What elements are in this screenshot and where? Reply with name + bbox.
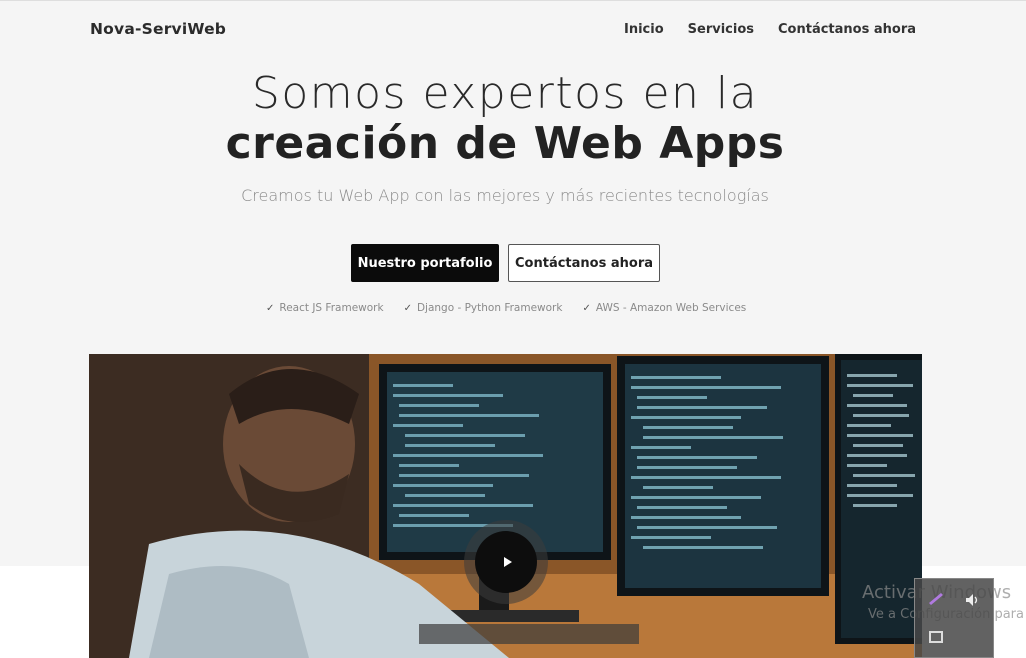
display-icon[interactable]	[929, 631, 943, 643]
portfolio-button[interactable]: Nuestro portafolio	[351, 244, 499, 282]
play-video-button[interactable]	[475, 531, 537, 593]
feature-label: Django - Python Framework	[416, 302, 563, 314]
pen-icon[interactable]	[927, 591, 945, 605]
nav-link-contacto[interactable]: Contáctanos ahora	[778, 22, 916, 37]
feature-item: ✓ AWS - Amazon Web Services	[582, 302, 746, 314]
check-icon: ✓	[582, 302, 591, 314]
speaker-icon[interactable]	[965, 593, 981, 607]
feature-list: ✓ React JS Framework ✓ Django - Python F…	[266, 302, 746, 314]
developer-at-monitors-image	[89, 354, 922, 658]
nav-menu: Inicio Servicios Contáctanos ahora	[624, 22, 916, 37]
brand-logo[interactable]: Nova-ServiWeb	[90, 20, 226, 38]
nav-link-inicio[interactable]: Inicio	[624, 22, 664, 37]
feature-label: AWS - Amazon Web Services	[595, 302, 747, 314]
feature-item: ✓ Django - Python Framework	[404, 302, 563, 314]
hero-subtitle: Creamos tu Web App con las mejores y más…	[241, 186, 769, 205]
check-icon: ✓	[266, 302, 275, 314]
check-icon: ✓	[403, 302, 412, 314]
feature-label: React JS Framework	[279, 302, 384, 314]
hero-video-thumbnail[interactable]	[89, 354, 922, 658]
navbar: Nova-ServiWeb Inicio Servicios Contáctan…	[0, 0, 1026, 58]
feature-item: ✓ React JS Framework	[266, 302, 384, 314]
contact-button[interactable]: Contáctanos ahora	[508, 244, 660, 282]
hero-headline-light: Somos expertos en la	[251, 68, 759, 119]
play-icon	[503, 557, 512, 567]
system-tray-popup[interactable]	[914, 578, 994, 658]
nav-link-servicios[interactable]: Servicios	[688, 22, 754, 37]
hero-headline-bold: creación de Web Apps	[225, 118, 785, 169]
